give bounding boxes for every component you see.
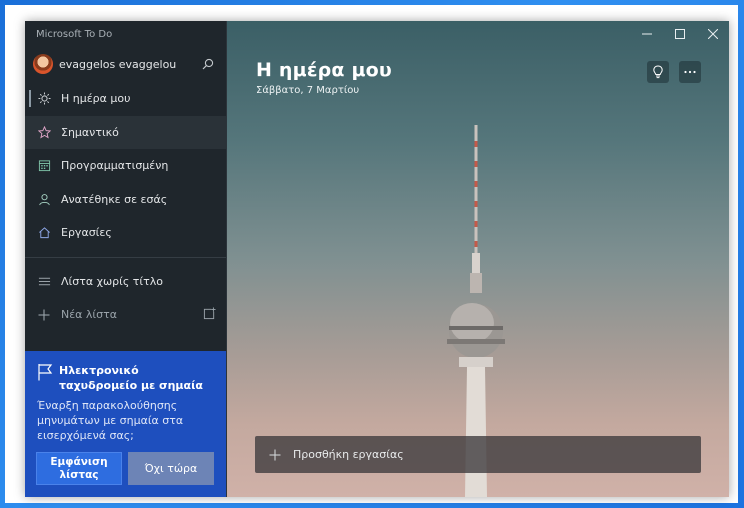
maximize-icon[interactable] bbox=[663, 21, 696, 47]
sidebar-item-label: Σημαντικό bbox=[61, 125, 119, 139]
plus-icon bbox=[267, 447, 283, 463]
screenshot-frame: Microsoft To Do evaggelos evaggelou Η ημ… bbox=[5, 5, 738, 503]
sidebar-nav: Η ημέρα μου Σημαντικό Προγραμματισμένη Α… bbox=[25, 82, 226, 332]
sidebar-item-label: Ανατέθηκε σε εσάς bbox=[61, 192, 168, 206]
sidebar-list-untitled[interactable]: Λίστα χωρίς τίτλο bbox=[25, 265, 226, 299]
sidebar: Microsoft To Do evaggelos evaggelou Η ημ… bbox=[25, 21, 227, 497]
show-list-button[interactable]: Εμφάνιση λίστας bbox=[36, 452, 122, 485]
top-actions bbox=[647, 61, 701, 83]
new-list-button[interactable]: Νέα λίστα bbox=[25, 298, 226, 332]
window-controls bbox=[630, 21, 729, 47]
app-title: Microsoft To Do bbox=[36, 29, 113, 40]
close-icon[interactable] bbox=[696, 21, 729, 47]
suggestions-lightbulb-icon[interactable] bbox=[647, 61, 669, 83]
sun-icon bbox=[37, 92, 51, 106]
promo-title: Ηλεκτρονικό ταχυδρομείο με σημαία bbox=[59, 364, 203, 392]
flagged-email-promo: Ηλεκτρονικό ταχυδρομείο με σημαία Έναρξη… bbox=[25, 351, 226, 497]
new-list-label: Νέα λίστα bbox=[61, 308, 117, 322]
main-panel: Η ημέρα μου Σάββατο, 7 Μαρτίου Προσθήκη … bbox=[227, 21, 729, 497]
sidebar-item-label: Λίστα χωρίς τίτλο bbox=[61, 274, 164, 288]
title-area: Η ημέρα μου Σάββατο, 7 Μαρτίου bbox=[256, 59, 392, 96]
plus-icon bbox=[37, 308, 51, 322]
sidebar-item-assigned[interactable]: Ανατέθηκε σε εσάς bbox=[25, 183, 226, 217]
sidebar-item-label: Εργασίες bbox=[61, 226, 112, 240]
not-now-button[interactable]: Όχι τώρα bbox=[128, 452, 214, 485]
home-icon bbox=[37, 226, 51, 240]
divider bbox=[25, 256, 226, 258]
flag-icon bbox=[37, 363, 53, 393]
app-window: Microsoft To Do evaggelos evaggelou Η ημ… bbox=[25, 21, 729, 497]
promo-text: Έναρξη παρακολούθησης μηνυμάτων με σημαί… bbox=[37, 399, 184, 442]
sidebar-item-label: Προγραμματισμένη bbox=[61, 159, 169, 173]
person-icon bbox=[37, 192, 51, 206]
sidebar-item-planned[interactable]: Προγραμματισμένη bbox=[25, 149, 226, 183]
sidebar-item-important[interactable]: Σημαντικό bbox=[25, 115, 226, 149]
add-task-input[interactable]: Προσθήκη εργασίας bbox=[255, 436, 701, 473]
page-date: Σάββατο, 7 Μαρτίου bbox=[256, 85, 360, 96]
avatar[interactable] bbox=[33, 54, 53, 74]
account-name: evaggelos evaggelou bbox=[59, 57, 177, 71]
sidebar-item-my-day[interactable]: Η ημέρα μου bbox=[25, 82, 226, 116]
account-row[interactable]: evaggelos evaggelou bbox=[25, 49, 226, 79]
search-icon[interactable] bbox=[200, 56, 216, 72]
sidebar-item-tasks[interactable]: Εργασίες bbox=[25, 216, 226, 250]
more-options-icon[interactable] bbox=[679, 61, 701, 83]
calendar-icon bbox=[37, 159, 51, 173]
new-group-icon[interactable] bbox=[203, 307, 216, 323]
sidebar-item-label: Η ημέρα μου bbox=[61, 92, 131, 106]
add-task-placeholder: Προσθήκη εργασίας bbox=[293, 448, 404, 461]
star-icon bbox=[37, 125, 51, 139]
minimize-icon[interactable] bbox=[630, 21, 663, 47]
list-icon bbox=[37, 274, 51, 288]
page-title: Η ημέρα μου bbox=[256, 59, 392, 81]
